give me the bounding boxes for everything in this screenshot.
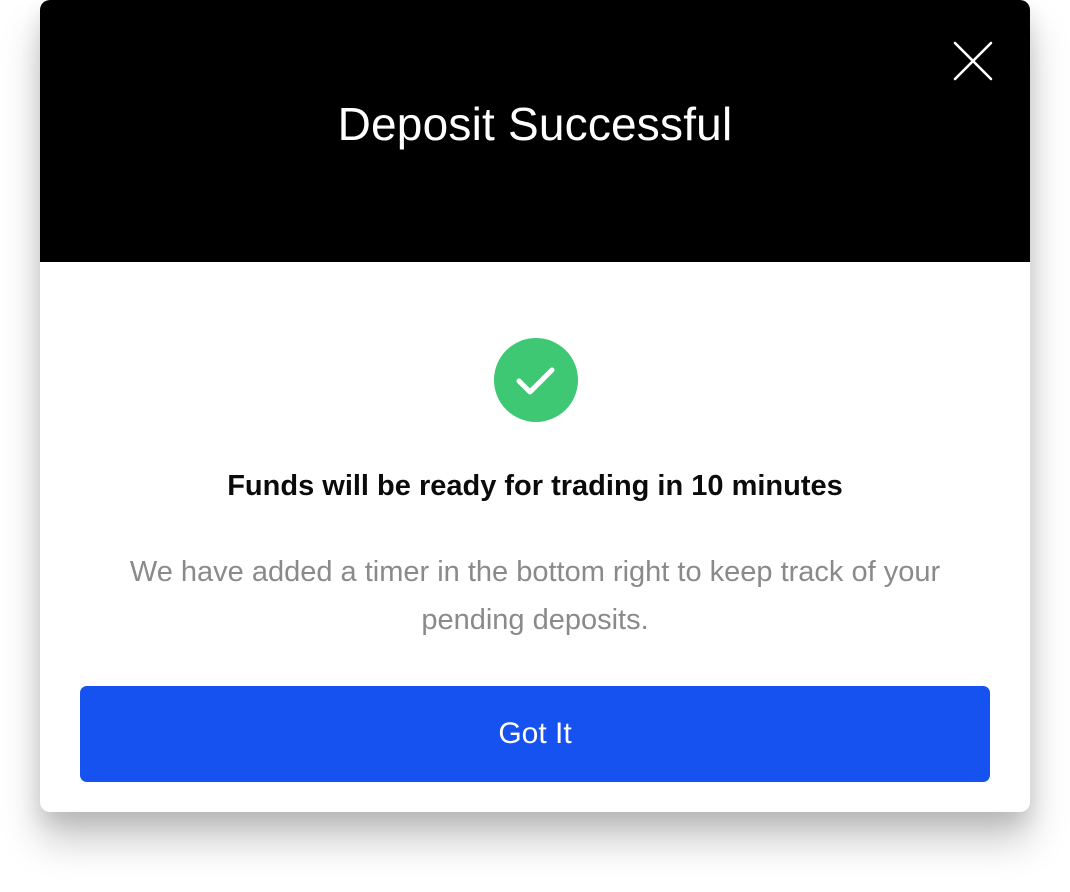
status-description: We have added a timer in the bottom righ… xyxy=(129,556,941,636)
dialog-header: Deposit Successful xyxy=(40,0,1030,262)
dialog-title: Deposit Successful xyxy=(337,98,733,150)
close-button[interactable] xyxy=(952,40,994,82)
got-it-button[interactable]: Got It xyxy=(80,686,990,782)
close-icon xyxy=(953,41,993,81)
status-headline: Funds will be ready for trading in 10 mi… xyxy=(227,470,843,502)
page-backdrop: Deposit Successful Funds will be ready f… xyxy=(0,0,1070,892)
check-circle-icon xyxy=(494,338,578,422)
deposit-success-dialog: Deposit Successful Funds will be ready f… xyxy=(40,0,1030,812)
